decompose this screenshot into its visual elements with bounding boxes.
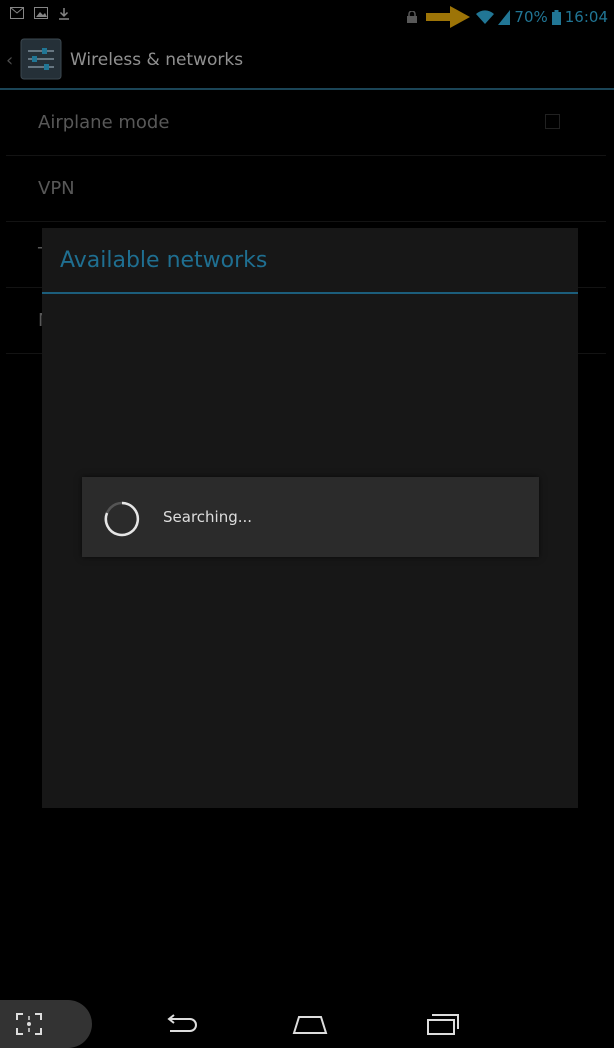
searching-progress-dialog: Searching... [82, 477, 539, 557]
spinner-icon [104, 501, 140, 537]
dialog-divider [42, 292, 578, 294]
home-icon[interactable] [292, 1012, 328, 1036]
dialog-title: Available networks [60, 248, 268, 273]
navigation-bar [0, 1000, 614, 1048]
screenshot-button[interactable] [0, 1000, 92, 1048]
screenshot-icon [16, 1013, 42, 1035]
recent-apps-icon[interactable] [424, 1012, 460, 1036]
progress-message: Searching... [163, 508, 253, 526]
back-icon[interactable] [162, 1012, 198, 1036]
